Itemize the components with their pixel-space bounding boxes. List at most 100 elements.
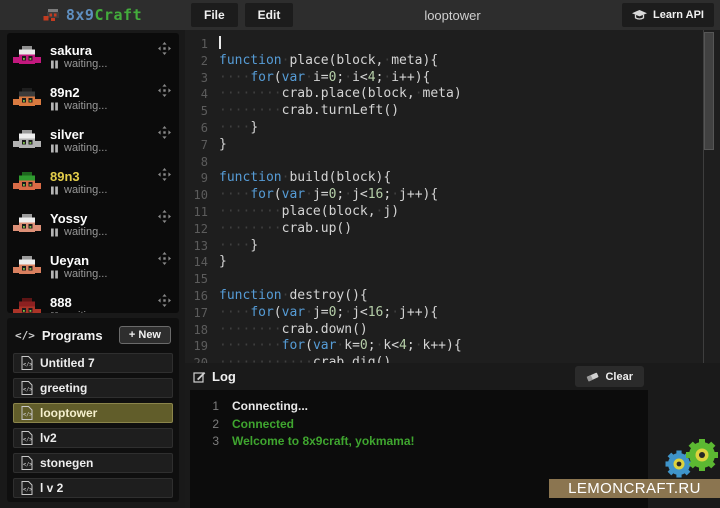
editor-scrollbar-thumb[interactable] (704, 32, 714, 150)
log-line: 3Welcome to 8x9craft, yokmama! (190, 433, 648, 451)
program-item[interactable]: </> stonegen (13, 453, 173, 473)
log-line-text: Connected (232, 416, 294, 434)
line-number: 19 (185, 338, 219, 355)
player-status-label: waiting... (64, 142, 107, 155)
menu-bar: File Edit looptower Learn API (185, 0, 720, 30)
code-line: 16function·destroy(){ (185, 288, 720, 305)
player-avatar (12, 130, 42, 152)
sidebar: sakura waiting... 89n2 waiting... (0, 30, 185, 508)
code-text: ····for(var·j=0;·j<16;·j++){ (219, 187, 438, 204)
line-number: 13 (185, 238, 219, 255)
player-name: sakura (50, 43, 158, 58)
player-row[interactable]: sakura waiting... (12, 36, 171, 78)
player-name: 89n3 (50, 169, 158, 184)
code-text: function·build(block){ (219, 170, 391, 187)
log-content: 1Connecting...2Connected3Welcome to 8x9c… (190, 390, 648, 508)
move-player-icon[interactable] (158, 126, 171, 139)
log-line-number: 2 (190, 416, 232, 434)
program-file-icon: </> (21, 381, 33, 395)
player-avatar (12, 172, 42, 194)
move-player-icon[interactable] (158, 252, 171, 265)
new-program-button[interactable]: + New (119, 326, 171, 344)
line-number: 12 (185, 221, 219, 238)
player-name: Ueyan (50, 253, 158, 268)
file-menu-button[interactable]: File (191, 3, 238, 27)
player-row[interactable]: 888 waiting... (12, 288, 171, 313)
program-item[interactable]: </> looptower (13, 403, 173, 423)
program-file-icon: </> (21, 406, 33, 420)
move-player-icon[interactable] (158, 84, 171, 97)
code-line: 12········crab.up() (185, 221, 720, 238)
svg-text:</>: </> (23, 387, 32, 393)
player-status-label: waiting... (64, 310, 107, 313)
player-name: 89n2 (50, 85, 158, 100)
program-item[interactable]: </> lv2 (13, 428, 173, 448)
program-item[interactable]: </>Untitled 7 (13, 353, 173, 373)
line-number: 1 (185, 36, 219, 53)
programs-panel: </> Programs + New </>Untitled 7 </>gree… (7, 318, 179, 502)
code-lines: 12function·place(block,·meta){3 ····for(v… (185, 36, 720, 363)
graduation-cap-icon (632, 10, 647, 20)
code-editor[interactable]: 12function·place(block,·meta){3 ····for(v… (185, 30, 720, 363)
program-name: l v 2 (40, 481, 63, 495)
move-player-icon[interactable] (158, 42, 171, 55)
move-player-icon[interactable] (158, 294, 171, 307)
learn-api-button[interactable]: Learn API (622, 3, 714, 27)
program-file-icon: </> (21, 481, 33, 495)
player-avatar (12, 256, 42, 278)
svg-text:</>: </> (23, 412, 32, 418)
clear-log-button[interactable]: Clear (575, 366, 644, 387)
line-number: 7 (185, 137, 219, 154)
player-row[interactable]: 89n3 waiting... (12, 162, 171, 204)
log-line-number: 3 (190, 433, 232, 451)
player-status: waiting... (50, 100, 158, 113)
program-name: looptower (40, 406, 97, 420)
code-line: 14} (185, 254, 720, 271)
player-avatar (12, 88, 42, 110)
log-line-number: 1 (190, 398, 232, 416)
player-row[interactable]: silver waiting... (12, 120, 171, 162)
program-list: </>Untitled 7 </>greeting </> looptower <… (13, 353, 173, 498)
svg-text:</>: </> (23, 487, 32, 493)
line-number: 10 (185, 187, 219, 204)
line-number: 3 (185, 70, 219, 87)
player-info: 89n3 waiting... (50, 169, 158, 197)
code-line: 2function·place(block,·meta){ (185, 53, 720, 70)
player-row[interactable]: Yossy waiting... (12, 204, 171, 246)
program-item[interactable]: </> l v 2 (13, 478, 173, 498)
player-row[interactable]: 89n2 waiting... (12, 78, 171, 120)
log-header: Log Clear (190, 363, 648, 390)
svg-text:</>: </> (23, 462, 32, 468)
code-text: ····} (219, 238, 258, 255)
line-number: 15 (185, 271, 219, 288)
program-name: stonegen (40, 456, 93, 470)
code-text: ········for(var·k=0;·k<4;·k++){ (219, 338, 462, 355)
code-text: function·destroy(){ (219, 288, 368, 305)
code-text: ········crab.down() (219, 322, 368, 339)
code-text: ········crab.up() (219, 221, 352, 238)
move-player-icon[interactable] (158, 210, 171, 223)
code-text: ····for(var·j=0;·j<16;·j++){ (219, 305, 438, 322)
program-file-icon: </> (21, 431, 33, 445)
player-info: sakura waiting... (50, 43, 158, 71)
logo-suffix: Craft (94, 6, 142, 24)
player-name: Yossy (50, 211, 158, 226)
code-line: 5········crab.turnLeft() (185, 103, 720, 120)
learn-api-label: Learn API (653, 9, 704, 21)
program-item[interactable]: </>greeting (13, 378, 173, 398)
content-area: 12function·place(block,·meta){3····for(v… (185, 30, 720, 508)
player-avatar (12, 46, 42, 68)
player-name: 888 (50, 295, 158, 310)
player-avatar (12, 214, 42, 236)
player-name: silver (50, 127, 158, 142)
pause-icon (50, 228, 59, 237)
line-number: 2 (185, 53, 219, 70)
move-player-icon[interactable] (158, 168, 171, 181)
eraser-icon (586, 371, 599, 382)
code-text: ········crab.place(block,·meta) (219, 86, 462, 103)
program-name: lv2 (40, 431, 57, 445)
line-number: 16 (185, 288, 219, 305)
player-row[interactable]: Ueyan waiting... (12, 246, 171, 288)
edit-menu-button[interactable]: Edit (245, 3, 294, 27)
code-line: 19········for(var·k=0;·k<4;·k++){ (185, 338, 720, 355)
